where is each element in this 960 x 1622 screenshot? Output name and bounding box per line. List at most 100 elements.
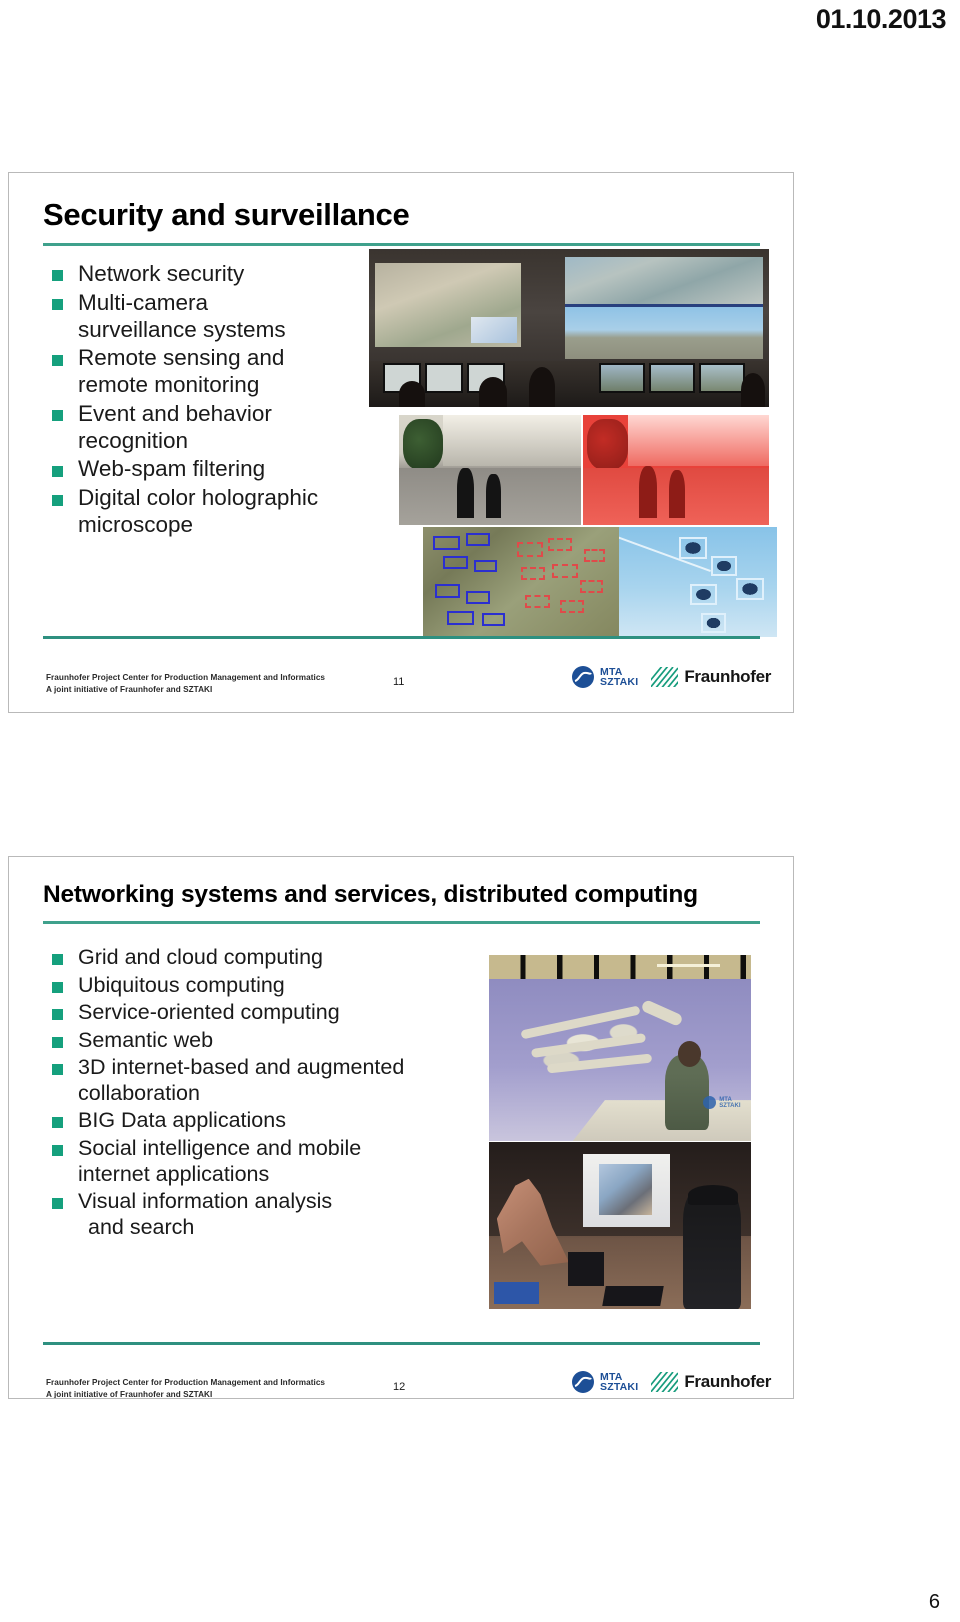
mta-circle-icon xyxy=(571,1370,595,1394)
bullet-text: Ubiquitous computing xyxy=(78,972,285,997)
researcher-head xyxy=(677,1040,702,1067)
bullet-text: Digital color holographic xyxy=(78,485,319,511)
page-title: Security and surveillance xyxy=(43,197,410,232)
monitor xyxy=(425,363,463,393)
operator-silhouette xyxy=(479,377,507,407)
detected-person-silhouette xyxy=(638,465,658,519)
footer-logos: MTA SZTAKI Fraunhofer xyxy=(571,665,771,689)
bullet-text: 3D internet-based and augmented xyxy=(78,1055,405,1080)
bullet-square-icon xyxy=(52,410,63,422)
list-item: Ubiquitous computing xyxy=(49,973,469,999)
bullet-text-line2: collaboration xyxy=(78,1080,200,1105)
bullet-list: Network security Multi-camera surveillan… xyxy=(49,261,379,541)
bullet-text: Service-oriented computing xyxy=(78,1000,340,1025)
pedestrian-surveillance-photo xyxy=(399,415,581,525)
mta-sztaki-watermark: MTA SZTAKI xyxy=(703,1096,741,1110)
bullet-text: Multi-camera xyxy=(78,289,209,315)
bullet-text: Web-spam filtering xyxy=(78,456,266,482)
bullet-text: Social intelligence and mobile xyxy=(78,1136,362,1161)
list-item: Service-oriented computing xyxy=(49,1000,469,1026)
bullet-square-icon xyxy=(52,1117,63,1129)
monitor xyxy=(649,363,695,393)
bullet-text: Network security xyxy=(78,261,245,286)
bullet-square-icon xyxy=(52,299,63,311)
watermark-line-2: SZTAKI xyxy=(719,1102,741,1109)
bullet-text: Visual information analysis xyxy=(78,1189,333,1214)
blue-crate xyxy=(494,1282,539,1304)
pedestrian-silhouette xyxy=(486,474,501,519)
list-item: Multi-camera surveillance systems xyxy=(49,290,379,344)
mta-sztaki-logo: MTA SZTAKI xyxy=(571,1370,638,1394)
operator-silhouette xyxy=(529,367,555,407)
bullet-list: Grid and cloud computing Ubiquitous comp… xyxy=(49,945,469,1242)
list-item: Social intelligence and mobile internet … xyxy=(49,1136,469,1187)
bullet-text: Semantic web xyxy=(78,1027,214,1052)
ceiling-light xyxy=(656,964,720,968)
list-item: Visual information analysis and search xyxy=(49,1189,469,1240)
researcher-silhouette xyxy=(664,1055,710,1130)
bullet-square-icon xyxy=(52,270,63,282)
footer-logos: MTA SZTAKI Fraunhofer xyxy=(571,1370,771,1394)
image-collage xyxy=(361,249,781,637)
bullet-square-icon xyxy=(52,1145,63,1157)
participant-silhouette xyxy=(682,1188,741,1309)
list-item: 3D internet-based and augmented collabor… xyxy=(49,1055,469,1106)
projection-screen xyxy=(583,1153,670,1228)
pedestrian-silhouette xyxy=(457,467,474,519)
bullet-square-icon xyxy=(52,465,63,477)
title-divider xyxy=(43,921,760,924)
title-divider xyxy=(43,243,760,246)
bullet-square-icon xyxy=(52,1064,63,1076)
list-item: Semantic web xyxy=(49,1028,469,1054)
footer-divider xyxy=(43,636,760,639)
footer-line-2: A joint initiative of Fraunhofer and SZT… xyxy=(46,1389,213,1399)
bullet-square-icon xyxy=(52,981,63,993)
bullet-square-icon xyxy=(52,1198,63,1210)
aerial-building-detection-photo xyxy=(423,527,619,637)
projection-screen-right xyxy=(565,257,763,359)
pedestrian-thermal-detection-photo xyxy=(583,415,769,525)
bullet-text-line2: microscope xyxy=(78,511,194,537)
bullet-text: BIG Data applications xyxy=(78,1108,286,1133)
participant-cap xyxy=(688,1185,738,1206)
watermark-line-1: MTA xyxy=(719,1096,732,1103)
fraunhofer-logo: Fraunhofer xyxy=(651,667,771,687)
list-item: Event and behavior recognition xyxy=(49,401,379,455)
list-item: Web-spam filtering xyxy=(49,456,379,483)
footer-organisation: Fraunhofer Project Center for Production… xyxy=(46,1377,326,1399)
bullet-text-line2: remote monitoring xyxy=(78,372,260,398)
mta-sztaki-logo: MTA SZTAKI xyxy=(571,665,638,689)
fraunhofer-logo: Fraunhofer xyxy=(651,1372,771,1392)
monitor xyxy=(699,363,745,393)
bullet-square-icon xyxy=(52,1036,63,1048)
floor-table xyxy=(602,1285,664,1306)
footer-line-1: Fraunhofer Project Center for Production… xyxy=(46,1378,326,1387)
bullet-text-line2: and search xyxy=(88,1214,195,1239)
document-date: 01.10.2013 xyxy=(815,4,947,34)
handout-page: 01.10.2013 Security and surveillance Net… xyxy=(0,0,960,1622)
footer-line-1: Fraunhofer Project Center for Production… xyxy=(46,673,326,682)
fraunhofer-wordmark: Fraunhofer xyxy=(684,1372,772,1391)
monitor xyxy=(599,363,645,393)
control-room-photo xyxy=(369,249,769,407)
bullet-square-icon xyxy=(52,954,63,966)
projection-screen-left xyxy=(375,263,521,347)
slide-11: Security and surveillance Network securi… xyxy=(8,172,794,713)
list-item: Remote sensing and remote monitoring xyxy=(49,345,379,399)
fraunhofer-stripes-icon xyxy=(651,1372,679,1392)
handout-page-number: 6 xyxy=(928,1591,940,1613)
mta-circle-icon xyxy=(571,665,595,689)
footer-divider xyxy=(43,1342,760,1345)
bullet-square-icon xyxy=(52,494,63,506)
vr-robot-augmented-collaboration-photo xyxy=(489,1142,751,1309)
list-item: Digital color holographic microscope xyxy=(49,485,379,539)
list-item: Network security xyxy=(49,261,379,288)
fraunhofer-wordmark: Fraunhofer xyxy=(684,667,772,686)
slide-number: 11 xyxy=(393,676,405,688)
fraunhofer-stripes-icon xyxy=(651,667,679,687)
bullet-text: Event and behavior xyxy=(78,400,272,426)
aircraft-detection-sky-photo xyxy=(619,527,777,637)
bullet-text: Remote sensing and xyxy=(78,345,285,371)
bullet-text: Grid and cloud computing xyxy=(78,945,324,969)
operator-silhouette xyxy=(741,373,765,407)
